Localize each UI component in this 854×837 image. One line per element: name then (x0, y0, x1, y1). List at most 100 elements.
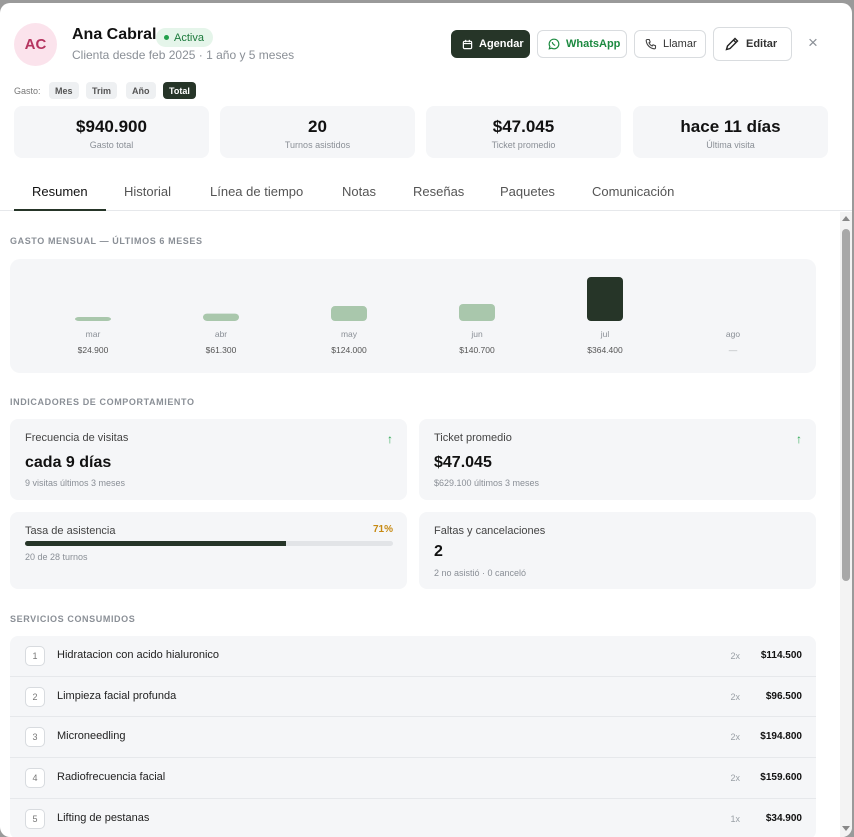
kpi-value: hace 11 días (680, 117, 781, 136)
tab-resenas[interactable]: Reseñas (413, 184, 464, 199)
editar-button[interactable]: Editar (713, 27, 792, 61)
scrollbar[interactable] (840, 212, 852, 837)
list-item[interactable]: 5 Lifting de pestanas 1x $34.900 (10, 799, 816, 837)
monthly-spend-chart: mar $24.900 abr $61.300 may $124.000 jun $140.7… (10, 259, 816, 373)
chart-value-label: $61.300 (206, 345, 237, 355)
kpi-label: Turnos asistidos (284, 140, 351, 150)
indicator-frecuencia: Frecuencia de visitas ↑ cada 9 días 9 vi… (10, 419, 407, 500)
chart-value-label: — (729, 345, 738, 355)
avatar: AC (14, 23, 57, 66)
list-item[interactable]: 3 Microneedling 2x $194.800 (10, 717, 816, 759)
kpi-ultima-visita: hace 11 días Última visita (633, 106, 828, 158)
service-price: $114.500 (760, 650, 802, 661)
service-name: Radiofrecuencia facial (57, 771, 166, 784)
indicator-ticket: Ticket promedio ↑ $47.045 $629.100 últim… (419, 419, 816, 500)
whatsapp-label: WhatsApp (566, 38, 621, 50)
client-since: Clienta desde feb 2025 · 1 año y 5 meses (72, 48, 295, 62)
status-label: Activa (174, 31, 204, 44)
tab-historial[interactable]: Historial (124, 184, 171, 199)
chart-bar-jun (459, 304, 495, 321)
resumen-panel[interactable]: GASTO MENSUAL — ÚLTIMOS 6 MESES mar $24.9… (0, 212, 838, 837)
close-icon[interactable]: × (805, 34, 821, 51)
attendance-progress (25, 541, 393, 546)
chart-svg: mar $24.900 abr $61.300 may $124.000 jun $140.7… (75, 277, 740, 355)
service-price: $194.800 (760, 731, 802, 743)
indicator-value: $47.045 (434, 454, 492, 471)
client-name: Ana Cabral (72, 26, 157, 43)
agendar-button[interactable]: Agendar (451, 30, 530, 58)
service-name: Hidratacion con acido hialuronico (57, 649, 220, 661)
indicator-title: Frecuencia de visitas (25, 432, 129, 444)
section-title-gasto: GASTO MENSUAL — ÚLTIMOS 6 MESES (10, 236, 203, 246)
pencil-icon (725, 37, 739, 51)
chart-bar-may (331, 306, 367, 321)
llamar-label: Llamar (663, 38, 697, 50)
service-price: $159.600 (760, 772, 802, 784)
scroll-thumb[interactable] (842, 229, 850, 581)
trend-up-icon: ↑ (387, 432, 393, 446)
indicator-title: Faltas y cancelaciones (434, 525, 546, 537)
active-tab-indicator (14, 209, 106, 211)
list-item[interactable]: 2 Limpieza facial profunda 2x $96.500 (10, 677, 816, 718)
phone-icon (645, 38, 657, 50)
attendance-progress-fill (25, 541, 287, 546)
services-list: 1 Hidratacion con acido hialuronico 2x $… (10, 636, 816, 837)
chart-value-label: $140.700 (459, 345, 495, 355)
list-item[interactable]: 1 Hidratacion con acido hialuronico 2x $… (10, 636, 816, 677)
gasto-filter-trim[interactable]: Trim (86, 82, 118, 99)
service-qty: 1x (730, 813, 740, 824)
indicator-sub: 20 de 28 turnos (25, 552, 88, 562)
tab-paquetes[interactable]: Paquetes (500, 184, 555, 199)
tab-notas[interactable]: Notas (342, 184, 376, 199)
indicator-title: Ticket promedio (434, 432, 512, 444)
chart-category-label: may (341, 329, 358, 339)
indicator-sub: $629.100 últimos 3 meses (434, 478, 540, 488)
indicator-sub: 9 visitas últimos 3 meses (25, 478, 126, 488)
chart-category-label: jun (470, 329, 483, 339)
scroll-down-icon[interactable] (842, 826, 850, 831)
section-title-servicios: SERVICIOS CONSUMIDOS (10, 614, 136, 624)
calendar-icon (462, 39, 473, 49)
chart-value-label: $24.900 (78, 345, 109, 355)
scroll-up-icon[interactable] (842, 216, 850, 221)
item-number: 1 (25, 646, 45, 666)
indicator-value: 2 (434, 543, 443, 560)
service-price: $96.500 (765, 690, 802, 702)
indicator-value: cada 9 días (25, 454, 112, 471)
tab-comunicacion[interactable]: Comunicación (592, 184, 674, 199)
service-qty: 2x (730, 651, 740, 661)
llamar-button[interactable]: Llamar (634, 30, 706, 58)
client-profile-modal: AC Ana Cabral Activa Clienta desde feb 2… (0, 3, 852, 837)
status-badge: Activa (156, 28, 213, 47)
kpi-label: Última visita (706, 140, 755, 150)
chart-value-label: $124.000 (331, 345, 367, 355)
item-number: 3 (25, 727, 45, 748)
service-name: Microneedling (57, 730, 126, 743)
chart-bar-jul (587, 277, 623, 321)
tab-resumen[interactable]: Resumen (32, 184, 88, 199)
kpi-gasto-total: $940.900 Gasto total (14, 106, 209, 158)
kpi-ticket: $47.045 Ticket promedio (426, 106, 621, 158)
tab-bar: Resumen Historial Línea de tiempo Notas … (0, 171, 852, 211)
indicator-sub: 2 no asistió · 0 canceló (434, 568, 527, 578)
kpi-value: $940.900 (76, 117, 147, 136)
list-item[interactable]: 4 Radiofrecuencia facial 2x $159.600 (10, 758, 816, 799)
chart-category-label: mar (86, 329, 101, 339)
kpi-turnos: 20 Turnos asistidos (220, 106, 415, 158)
whatsapp-icon (548, 38, 560, 50)
indicator-faltas: Faltas y cancelaciones 2 2 no asistió · … (419, 512, 816, 589)
service-name: Lifting de pestanas (57, 811, 150, 824)
service-name: Limpieza facial profunda (57, 689, 177, 702)
gasto-filter-mes[interactable]: Mes (49, 82, 79, 99)
gasto-filter-total[interactable]: Total (163, 82, 196, 99)
chart-category-label: abr (215, 329, 227, 339)
whatsapp-button[interactable]: WhatsApp (537, 30, 627, 58)
gasto-filter-ano[interactable]: Año (126, 82, 156, 99)
chart-bar-mar (75, 317, 111, 321)
tab-linea-de-tiempo[interactable]: Línea de tiempo (210, 184, 303, 199)
kpi-label: Ticket promedio (491, 140, 556, 150)
item-number: 4 (25, 768, 45, 789)
kpi-value: 20 (308, 117, 327, 136)
chart-value-label: $364.400 (587, 345, 623, 355)
indicator-asistencia: Tasa de asistencia 71% 20 de 28 turnos (10, 512, 407, 589)
